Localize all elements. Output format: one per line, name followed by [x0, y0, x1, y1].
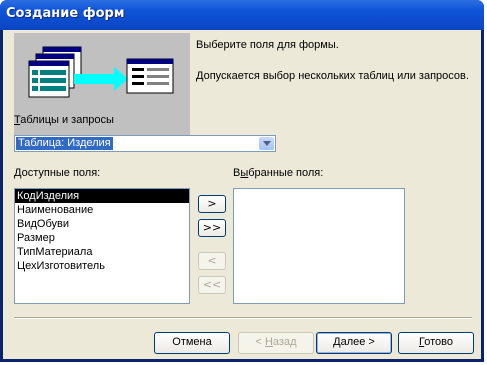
form-wizard-window: Создание форм Выберите поля для формы. Д…	[0, 0, 484, 362]
list-item[interactable]: ЦехИзготовитель	[15, 259, 189, 273]
remove-all-fields-button[interactable]: <<	[198, 276, 226, 294]
tables-combobox[interactable]: Таблица: Изделия	[14, 135, 276, 152]
back-button-pre: <	[255, 336, 265, 348]
next-button[interactable]: Далее >	[316, 332, 392, 354]
available-fields-label: Доступные поля:	[14, 167, 100, 179]
wizard-body: Выберите поля для формы. Допускается выб…	[3, 30, 481, 359]
next-button-accesskey: Д	[333, 336, 341, 348]
next-button-text: алее >	[340, 336, 375, 348]
selected-fields-list[interactable]	[233, 188, 405, 304]
intro-text-line2: Допускается выбор нескольких таблиц или …	[196, 70, 469, 82]
list-item[interactable]: Размер	[15, 231, 189, 245]
footer-divider	[14, 317, 472, 319]
chevron-down-icon[interactable]	[259, 137, 274, 150]
tables-combobox-value: Таблица: Изделия	[16, 137, 113, 150]
finish-button-text: отово	[424, 336, 453, 348]
back-button-accesskey: Н	[264, 336, 273, 348]
available-fields-list[interactable]: КодИзделия Наименование ВидОбуви Размер …	[14, 188, 190, 304]
list-item[interactable]: ВидОбуви	[15, 217, 189, 231]
add-field-button[interactable]: >	[198, 195, 226, 213]
tables-label: Таблицы и запросы	[14, 114, 114, 126]
list-item[interactable]: КодИзделия	[15, 189, 189, 203]
title-bar[interactable]: Создание форм	[0, 0, 484, 30]
selected-fields-label: Выбранные поля:	[233, 167, 323, 179]
available-label-accesskey: Д	[14, 167, 22, 179]
add-all-fields-button[interactable]: >>	[198, 219, 226, 237]
intro-text-line1: Выберите поля для формы.	[196, 39, 339, 51]
tables-label-text: аблицы и запросы	[20, 114, 114, 126]
back-button-text: азад	[272, 336, 297, 348]
cancel-button[interactable]: Отмена	[154, 332, 230, 354]
list-item[interactable]: ТипМатериала	[15, 245, 189, 259]
finish-button[interactable]: Готово	[398, 332, 474, 354]
back-button[interactable]: < Назад	[238, 332, 314, 354]
available-label-text: оступные поля:	[21, 167, 101, 179]
remove-field-button[interactable]: <	[198, 252, 226, 270]
window-title: Создание форм	[6, 6, 125, 21]
selected-label-text: бранные поля:	[248, 167, 324, 179]
list-item[interactable]: Наименование	[15, 203, 189, 217]
